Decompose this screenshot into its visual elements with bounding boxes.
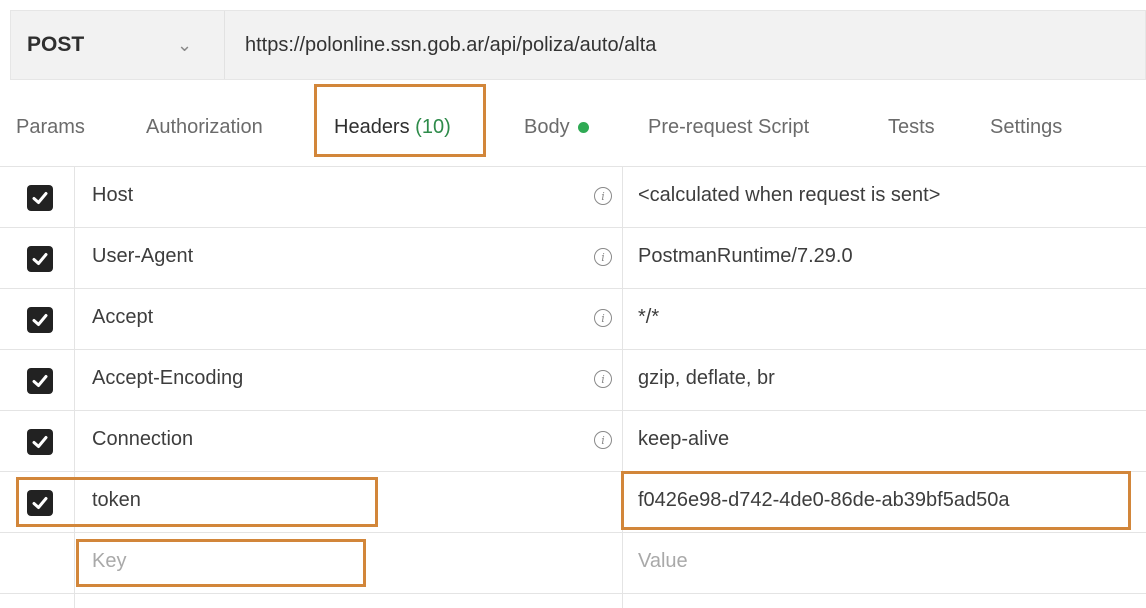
body-status-dot [577, 121, 589, 133]
header-key[interactable]: Connection [92, 428, 193, 451]
header-row: Accept-Encoding i gzip, deflate, br [0, 349, 1146, 410]
header-key[interactable]: Host [92, 184, 133, 207]
header-value[interactable]: keep-alive [638, 428, 729, 451]
header-checkbox[interactable] [27, 246, 53, 272]
info-icon[interactable]: i [594, 431, 612, 449]
tab-tests[interactable]: Tests [888, 116, 935, 139]
tab-body[interactable]: Body [524, 116, 589, 139]
tab-pre-request-script[interactable]: Pre-request Script [648, 116, 809, 139]
header-row: Connection i keep-alive [0, 410, 1146, 471]
highlight-token-key [16, 477, 378, 527]
checkmark-icon [32, 375, 48, 387]
table-bottom-border [0, 593, 1146, 608]
highlight-headers-tab [314, 84, 486, 157]
info-icon[interactable]: i [594, 309, 612, 327]
checkmark-icon [32, 314, 48, 326]
checkmark-icon [32, 436, 48, 448]
checkmark-icon [32, 192, 48, 204]
header-checkbox[interactable] [27, 307, 53, 333]
header-row: Accept i */* [0, 288, 1146, 349]
tab-params[interactable]: Params [16, 116, 85, 139]
method-label: POST [27, 33, 85, 56]
highlight-key-field [76, 539, 366, 587]
header-value[interactable]: */* [638, 306, 659, 329]
info-icon[interactable]: i [594, 370, 612, 388]
header-key[interactable]: User-Agent [92, 245, 193, 268]
info-icon[interactable]: i [594, 248, 612, 266]
chevron-down-icon: ⌄ [177, 34, 193, 55]
request-tabs: Params Authorization Headers (10) Body P… [0, 92, 1146, 162]
highlight-token-value [621, 471, 1131, 530]
new-value-input[interactable]: Value [638, 550, 688, 573]
request-url-bar: POST ⌄ https://polonline.ssn.gob.ar/api/… [10, 10, 1146, 80]
info-icon[interactable]: i [594, 187, 612, 205]
tab-body-label: Body [524, 115, 570, 138]
header-checkbox[interactable] [27, 368, 53, 394]
tab-authorization[interactable]: Authorization [146, 116, 263, 139]
method-select[interactable]: POST ⌄ [11, 11, 225, 79]
header-key[interactable]: Accept [92, 306, 153, 329]
header-row: Host i <calculated when request is sent> [0, 166, 1146, 227]
header-checkbox[interactable] [27, 185, 53, 211]
header-row: User-Agent i PostmanRuntime/7.29.0 [0, 227, 1146, 288]
header-value[interactable]: gzip, deflate, br [638, 367, 775, 390]
header-value[interactable]: PostmanRuntime/7.29.0 [638, 245, 853, 268]
url-input[interactable]: https://polonline.ssn.gob.ar/api/poliza/… [225, 34, 656, 57]
header-value[interactable]: <calculated when request is sent> [638, 184, 940, 207]
checkmark-icon [32, 253, 48, 265]
header-key[interactable]: Accept-Encoding [92, 367, 243, 390]
tab-settings[interactable]: Settings [990, 116, 1062, 139]
header-checkbox[interactable] [27, 429, 53, 455]
